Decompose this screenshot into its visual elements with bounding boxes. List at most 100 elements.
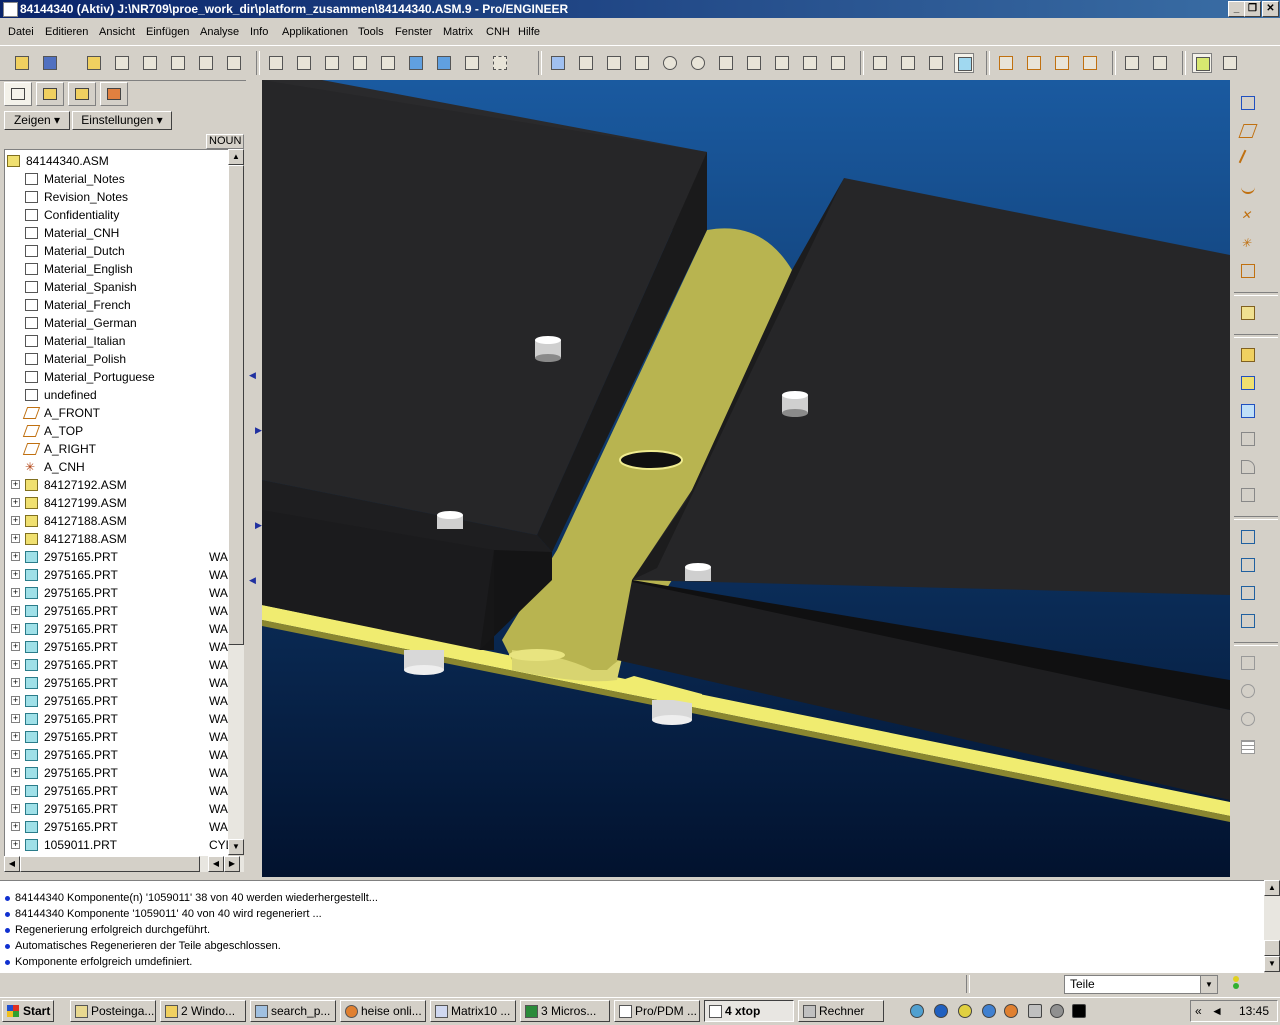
connections-tab[interactable] [100, 82, 128, 106]
datum-axis-tool-icon[interactable] [1237, 148, 1259, 170]
mail-reply-icon[interactable] [224, 53, 244, 73]
traffic-light-icon[interactable] [1228, 976, 1244, 994]
orient-icon[interactable] [604, 53, 624, 73]
msg-scroll-up-icon[interactable]: ▲ [1264, 880, 1280, 896]
selection-filter-dropdown[interactable]: Teile ▼ [1064, 975, 1218, 994]
expand-icon[interactable]: + [11, 768, 20, 777]
pattern-tool-icon[interactable] [1237, 526, 1259, 548]
tree-item[interactable]: +2975165.PRT [5, 674, 207, 692]
tree-item[interactable]: +2975165.PRT [5, 764, 207, 782]
tree-item[interactable]: +84127188.ASM [5, 512, 207, 530]
tree-item[interactable]: A_TOP [5, 422, 207, 440]
tree-item[interactable]: +2975165.PRT [5, 746, 207, 764]
start-button[interactable]: Start [2, 1000, 54, 1022]
menu-analyse[interactable]: Analyse [200, 26, 239, 38]
media-icon[interactable] [958, 1004, 972, 1018]
player-icon[interactable] [982, 1004, 996, 1018]
tree-item[interactable]: Material_English [5, 260, 207, 278]
scroll-down-icon[interactable]: ▼ [228, 839, 244, 855]
tree-item[interactable]: 84144340.ASM [5, 152, 207, 170]
scroll-right-icon[interactable]: ▶ [224, 856, 240, 872]
menu-applikationen[interactable]: Applikationen [282, 26, 348, 38]
menu-info[interactable]: Info [250, 26, 268, 38]
ie-globe-icon[interactable] [934, 1004, 948, 1018]
expand-icon[interactable]: + [11, 642, 20, 651]
task-matrix[interactable]: Matrix10 ... [430, 1000, 516, 1022]
expand-icon[interactable]: + [11, 678, 20, 687]
zoom-out-icon[interactable] [688, 53, 708, 73]
redo-icon[interactable] [294, 53, 314, 73]
tool-icon[interactable] [1050, 1004, 1064, 1018]
shell-icon[interactable] [1237, 708, 1259, 730]
ie-icon[interactable] [910, 1004, 924, 1018]
expand-icon[interactable]: + [11, 714, 20, 723]
wrench-icon[interactable] [1220, 53, 1240, 73]
tray-expand-icon[interactable]: « [1195, 1004, 1202, 1018]
expand-icon[interactable]: + [11, 570, 20, 579]
scroll-thumb[interactable] [228, 165, 244, 645]
firefox-icon[interactable] [1004, 1004, 1018, 1018]
tree-item[interactable]: Material_CNH [5, 224, 207, 242]
expand-icon[interactable]: + [11, 498, 20, 507]
hidden-line-icon[interactable] [898, 53, 918, 73]
menu-einfuegen[interactable]: Einfügen [146, 26, 189, 38]
tree-item[interactable]: Material_German [5, 314, 207, 332]
desktop-icon[interactable] [1028, 1004, 1042, 1018]
extrude-tool-icon[interactable] [1237, 428, 1259, 450]
tree-item[interactable]: Material_French [5, 296, 207, 314]
tree-item[interactable]: A_FRONT [5, 404, 207, 422]
datum-points-icon[interactable] [1052, 53, 1072, 73]
cmd-icon[interactable] [1072, 1004, 1086, 1018]
tree-item[interactable]: ✳ A_CNH [5, 458, 207, 476]
tree-item[interactable]: Revision_Notes [5, 188, 207, 206]
open-file-icon[interactable] [12, 53, 32, 73]
tree-item[interactable]: +2975165.PRT [5, 656, 207, 674]
datum-curve-tool-icon[interactable] [1237, 176, 1259, 198]
tree-item[interactable]: +84127199.ASM [5, 494, 207, 512]
maximize-button[interactable]: ❐ [1244, 1, 1261, 17]
model-tree-tab[interactable] [4, 82, 32, 106]
find-icon[interactable] [462, 53, 482, 73]
create-component-icon[interactable] [1237, 372, 1259, 394]
refit-icon[interactable] [716, 53, 736, 73]
close-button[interactable]: ✕ [1262, 1, 1279, 17]
hscroll-thumb[interactable] [20, 856, 200, 872]
scroll-up-icon[interactable]: ▲ [228, 149, 244, 165]
task-propdm[interactable]: Pro/PDM ... [614, 1000, 700, 1022]
hole-tool-icon[interactable] [1237, 400, 1259, 422]
datum-csys-tool-icon[interactable]: ✳ [1237, 232, 1259, 254]
expand-icon[interactable]: + [11, 534, 20, 543]
paste-icon[interactable] [350, 53, 370, 73]
mirror-tool-icon[interactable] [1237, 554, 1259, 576]
shading-icon[interactable] [954, 53, 974, 73]
chevron-down-icon[interactable]: ▼ [1200, 976, 1217, 993]
msg-scroll-thumb[interactable] [1264, 940, 1280, 956]
menu-fenster[interactable]: Fenster [395, 26, 432, 38]
saved-views-icon[interactable] [772, 53, 792, 73]
expand-icon[interactable]: + [11, 516, 20, 525]
datum-csys-icon[interactable] [1080, 53, 1100, 73]
scroll-left-icon-2[interactable]: ◀ [208, 856, 224, 872]
save-icon[interactable] [40, 53, 60, 73]
sketch-view-icon[interactable] [1237, 92, 1259, 114]
folder-icon[interactable] [84, 53, 104, 73]
zoom-in-icon[interactable] [660, 53, 680, 73]
expand-right-icon[interactable]: ▶ [255, 425, 262, 436]
folder-browser-tab[interactable] [36, 82, 64, 106]
tree-item[interactable]: +2975165.PRT [5, 818, 207, 836]
layers-icon[interactable] [800, 53, 820, 73]
tree-item[interactable]: +2975165.PRT [5, 620, 207, 638]
email-icon[interactable] [196, 53, 216, 73]
task-calculator[interactable]: Rechner [798, 1000, 884, 1022]
panel-sash[interactable]: ◀ ▶ ▶ ◀ [246, 80, 262, 877]
wireframe-icon[interactable] [870, 53, 890, 73]
print-icon[interactable] [168, 53, 188, 73]
menu-tools[interactable]: Tools [358, 26, 384, 38]
task-search[interactable]: search_p... [250, 1000, 336, 1022]
speaker-icon[interactable]: ◄ [1211, 1004, 1223, 1018]
task-xtop[interactable]: 4 xtop [704, 1000, 794, 1022]
menu-datei[interactable]: Datei [8, 26, 34, 38]
msg-scroll-down-icon[interactable]: ▼ [1264, 956, 1280, 972]
draft-icon[interactable] [1237, 680, 1259, 702]
expand-icon[interactable]: + [11, 660, 20, 669]
